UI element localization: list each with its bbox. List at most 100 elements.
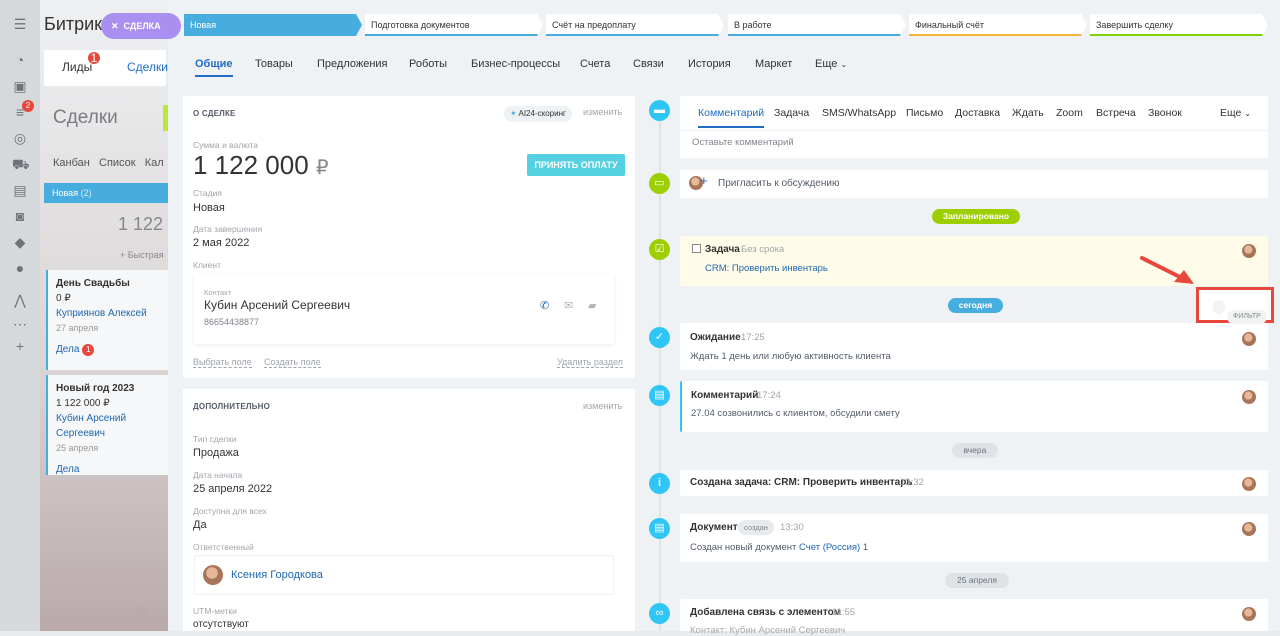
stage-in-progress[interactable]: В работе xyxy=(728,14,906,36)
card-contact[interactable]: Кубин Арсений Сергеевич xyxy=(56,411,160,441)
tab-more[interactable]: Еще ⌄ xyxy=(815,58,847,70)
quick-add[interactable]: + Быстрая xyxy=(120,250,164,260)
close-chip-label: СДЕЛКА xyxy=(123,21,161,31)
contact-phone[interactable]: 86654438877 xyxy=(204,317,259,327)
tl-tab-zoom[interactable]: Zoom xyxy=(1056,107,1083,119)
extra-header: ДОПОЛНИТЕЛЬНО xyxy=(193,402,271,411)
stage-final-invoice[interactable]: Финальный счёт xyxy=(909,14,1087,36)
edit-extra[interactable]: изменить xyxy=(583,401,622,411)
sitemap-icon[interactable]: ⋀ xyxy=(12,292,28,308)
column-sum: 1 122 xyxy=(118,214,164,234)
tab-more-label: Еще xyxy=(815,58,838,70)
filter-button[interactable]: ▼ ФИЛЬТР xyxy=(1213,300,1267,324)
tl-tab-task[interactable]: Задача xyxy=(774,107,809,119)
tl-tab-more[interactable]: Еще ⌄ xyxy=(1220,107,1251,119)
stage-value: Новая xyxy=(193,202,225,214)
responsible-name[interactable]: Ксения Городкова xyxy=(231,569,323,581)
document-time: 13:30 xyxy=(780,522,804,533)
tab-history[interactable]: История xyxy=(688,58,731,70)
tl-tab-call[interactable]: Звонок xyxy=(1148,107,1182,119)
task-link[interactable]: CRM: Проверить инвентарь xyxy=(705,263,828,274)
tab-bizproc[interactable]: Бизнес-процессы xyxy=(471,58,560,70)
responsible-label: Ответственный xyxy=(193,542,254,552)
avatar xyxy=(1242,522,1256,536)
tab-products[interactable]: Товары xyxy=(255,58,293,70)
document-link[interactable]: Счет (Россия) xyxy=(799,542,860,553)
accept-payment-button[interactable]: ПРИНЯТЬ ОПЛАТУ xyxy=(527,154,625,176)
document-icon: ▤ xyxy=(649,518,670,539)
available-label: Доступна для всех xyxy=(193,506,267,516)
card-deals[interactable]: Дела 1 xyxy=(56,342,160,357)
tl-tab-email[interactable]: Письмо xyxy=(906,107,943,119)
plus-icon[interactable]: + xyxy=(12,338,28,354)
card-amount: 1 122 000 ₽ xyxy=(56,398,110,409)
tab-links[interactable]: Связи xyxy=(633,58,664,70)
comment-input[interactable]: Оставьте комментарий xyxy=(692,137,794,148)
delete-section-link[interactable]: Удалить раздел xyxy=(557,357,623,368)
contact-name[interactable]: Кубин Арсений Сергеевич xyxy=(204,298,350,312)
stage-prepayment[interactable]: Счёт на предоплату xyxy=(546,14,724,36)
tl-tab-sms[interactable]: SMS/WhatsApp xyxy=(822,107,896,119)
planned-badge: Запланировано xyxy=(932,209,1020,224)
kanban-card[interactable]: Новый год 2023 1 122 000 ₽ Кубин Арсений… xyxy=(46,375,168,475)
available-value: Да xyxy=(193,519,207,531)
chat-bubble-icon: ▭ xyxy=(649,173,670,194)
card-contact[interactable]: Куприянов Алексей xyxy=(56,306,160,321)
tasks-icon[interactable]: ▣ xyxy=(12,78,28,94)
tab-deals[interactable]: Сделки xyxy=(127,60,168,74)
card-title: Новый год 2023 xyxy=(56,383,135,394)
filter-highlight: ▼ ФИЛЬТР xyxy=(1196,287,1274,324)
column-count: (2) xyxy=(80,188,92,198)
task-checkbox[interactable] xyxy=(692,244,701,253)
info-icon: i xyxy=(649,473,670,494)
contacts-icon[interactable]: ▤ xyxy=(12,182,28,198)
tl-tab-comment[interactable]: Комментарий xyxy=(698,107,765,128)
tl-tab-delivery[interactable]: Доставка xyxy=(955,107,1000,119)
utm-value: отсутствуют xyxy=(193,619,249,630)
filter-label: ФИЛЬТР xyxy=(1227,310,1267,324)
target-icon[interactable]: ◎ xyxy=(12,130,28,146)
comment-card: Комментарий 17:24 27.04 созвонились с кл… xyxy=(680,381,1268,432)
chat-icon[interactable]: ▰ xyxy=(588,299,596,312)
create-field-link[interactable]: Создать поле xyxy=(264,357,321,368)
link-icon: ∞ xyxy=(649,603,670,624)
printer-icon[interactable]: ⎙ xyxy=(137,603,147,619)
close-date-value: 2 мая 2022 xyxy=(193,237,250,249)
robot-icon[interactable]: ◙ xyxy=(12,208,28,224)
chevron-down-icon: ⌄ xyxy=(1244,109,1251,118)
tab-general[interactable]: Общие xyxy=(195,58,233,77)
page-title: Сделки xyxy=(53,107,118,128)
created-task-time: 13:32 xyxy=(900,477,924,488)
menu-icon[interactable]: ☰ xyxy=(12,16,28,32)
card-deals[interactable]: Дела xyxy=(56,462,160,477)
yesterday-badge: вчера xyxy=(952,443,998,458)
client-label: Клиент xyxy=(193,260,221,270)
mail-icon[interactable]: ✉ xyxy=(564,299,573,312)
phone-icon[interactable]: ✆ xyxy=(540,299,549,312)
close-slider-chip[interactable]: ✕ СДЕЛКА xyxy=(101,13,181,39)
task-title: Задача xyxy=(705,244,740,255)
view-tabs[interactable]: Канбан Список Кал xyxy=(53,157,164,169)
stage-complete[interactable]: Завершить сделку xyxy=(1090,14,1268,36)
wait-check-icon: ✓ xyxy=(649,327,670,348)
stage-docs[interactable]: Подготовка документов xyxy=(365,14,543,36)
stage-new[interactable]: Новая xyxy=(184,14,362,36)
box-icon[interactable]: ◆ xyxy=(12,234,28,250)
feed-icon[interactable]: ◔ xyxy=(12,52,28,68)
tab-robots[interactable]: Роботы xyxy=(409,58,447,70)
tab-leads[interactable]: Лиды xyxy=(62,60,92,74)
tab-invoices[interactable]: Счета xyxy=(580,58,610,70)
entity-tabs: Лиды 1 Сделки xyxy=(44,50,168,86)
more-dots-icon[interactable]: ⋯ xyxy=(12,316,28,332)
invite-row[interactable]: + Пригласить к обсуждению xyxy=(680,170,1268,198)
tab-offers[interactable]: Предложения xyxy=(317,58,388,70)
edit-about[interactable]: изменить xyxy=(583,107,622,117)
tab-market[interactable]: Маркет xyxy=(755,58,792,70)
cart-icon[interactable]: ⛟ xyxy=(12,156,30,172)
check-icon[interactable]: ● xyxy=(12,260,28,276)
ai-scoring-chip[interactable]: ✦ AI24-скоринг xyxy=(504,106,572,122)
tl-tab-wait[interactable]: Ждать xyxy=(1012,107,1044,119)
tl-tab-meeting[interactable]: Встреча xyxy=(1096,107,1136,119)
kanban-card[interactable]: День Свадьбы 0 ₽ Куприянов Алексей 27 ап… xyxy=(46,270,168,370)
select-field-link[interactable]: Выбрать поле xyxy=(193,357,252,368)
